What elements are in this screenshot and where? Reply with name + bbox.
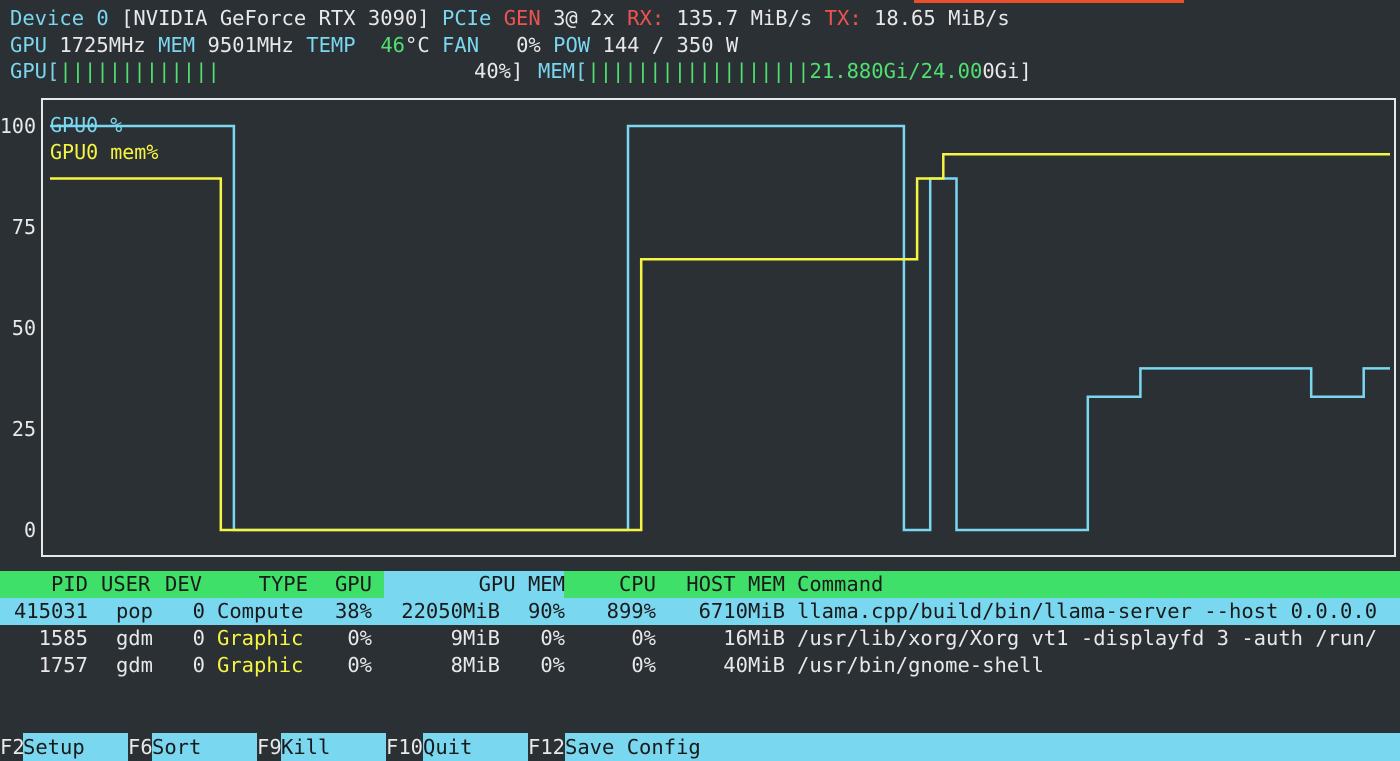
cell-host-mem: 16MiB <box>723 626 785 650</box>
cell-pid: 1757 <box>38 653 88 677</box>
gpu-util-series-line <box>50 124 1390 532</box>
clock-info-line: GPU 1725MHz MEM 9501MHz TEMP 46°C FAN 0%… <box>10 32 738 59</box>
sort-button[interactable]: Sort <box>152 733 255 761</box>
y-tick-label: 25 <box>12 417 36 441</box>
gpu-bar-value: 40%] <box>474 59 524 83</box>
mem-clock-label: MEM <box>158 33 196 57</box>
cell-dev: 0 <box>192 599 205 623</box>
pcie-label: PCIe <box>442 6 492 30</box>
cell-gpu-mem-mib: 9MiB <box>450 626 500 650</box>
col-dev[interactable]: DEV <box>165 571 202 598</box>
cell-gpu: 38% <box>334 599 372 623</box>
temp-unit: °C <box>405 33 430 57</box>
y-tick-label: 0 <box>24 518 36 542</box>
y-tick-label: 100 <box>0 114 36 138</box>
f6-key: F6 <box>128 733 153 761</box>
y-tick-label: 75 <box>12 215 36 239</box>
cell-user: gdm <box>115 653 153 677</box>
cell-pid: 415031 <box>13 599 88 623</box>
gpu-bar-fill: ||||||||||||| <box>59 59 220 83</box>
table-row[interactable]: 1757 gdm 0 Graphic 0% 8MiB 0% 0% 40MiB/usr/bin/g… <box>0 652 1400 679</box>
cell-type: Graphic <box>217 653 304 677</box>
quit-button[interactable]: Quit <box>423 733 526 761</box>
pow-value: 144 / 350 W <box>602 33 739 57</box>
mem-bar-label: MEM[ <box>538 59 588 83</box>
col-cpu[interactable]: CPU <box>580 571 656 598</box>
cell-command: /usr/bin/gnome-shell <box>797 653 1044 677</box>
col-pid[interactable]: PID <box>0 571 88 598</box>
rx-value: 135.7 MiB/s <box>676 6 813 30</box>
gpu-bar-label: GPU[ <box>10 59 60 83</box>
setup-button[interactable]: Setup <box>23 733 126 761</box>
cell-gpu-mem-mib: 22050MiB <box>401 599 500 623</box>
f2-key: F2 <box>0 733 25 761</box>
device-label: Device 0 <box>10 6 109 30</box>
mem-bar-value-used: 21.880Gi/24.00 <box>809 59 983 83</box>
mem-clock-value: 9501MHz <box>207 33 294 57</box>
top-accent-line <box>914 0 1184 3</box>
cell-dev: 0 <box>192 653 205 677</box>
table-row[interactable]: 415031 pop 0 Compute 38% 22050MiB 90% 899% 6710M… <box>0 598 1400 625</box>
cell-gpu-mem-pct: 0% <box>540 653 565 677</box>
col-host-mem[interactable]: HOST MEM <box>670 571 785 598</box>
cell-gpu-mem-pct: 90% <box>527 599 565 623</box>
cell-user: gdm <box>115 626 153 650</box>
table-row[interactable]: 1585 gdm 0 Graphic 0% 9MiB 0% 0% 16MiB/usr/lib/x… <box>0 625 1400 652</box>
cell-host-mem: 6710MiB <box>698 599 785 623</box>
mem-bar-fill: |||||||||||||||||| <box>587 59 810 83</box>
col-type[interactable]: TYPE <box>250 571 308 598</box>
cell-type: Graphic <box>217 626 304 650</box>
y-tick-label: 50 <box>12 316 36 340</box>
mem-usage-bar: MEM[||||||||||||||||||21.880Gi/24.000Gi] <box>538 58 1032 85</box>
tx-value: 18.65 MiB/s <box>874 6 1010 30</box>
tx-label: TX: <box>824 6 862 30</box>
cell-gpu: 0% <box>347 653 372 677</box>
cell-gpu-mem-mib: 8MiB <box>450 653 500 677</box>
cell-dev: 0 <box>192 626 205 650</box>
mem-bar-value-rest: 0Gi] <box>982 59 1032 83</box>
cell-gpu-mem-pct: 0% <box>540 626 565 650</box>
cell-cpu: 0% <box>631 653 656 677</box>
gen-label: GEN <box>503 6 541 30</box>
legend-entry: GPU0 mem% <box>50 140 158 164</box>
temp-value: 46 <box>380 33 405 57</box>
chart-frame <box>41 98 1396 557</box>
gpu-clock-value: 1725MHz <box>59 33 146 57</box>
device-name: [NVIDIA GeForce RTX 3090] <box>121 6 430 30</box>
kill-button[interactable]: Kill <box>281 733 384 761</box>
col-gpu[interactable]: GPU <box>320 571 372 598</box>
f10-key: F10 <box>386 733 424 761</box>
cell-pid: 1585 <box>38 626 88 650</box>
cell-user: pop <box>115 599 153 623</box>
gen-value: 3@ 2x <box>553 6 615 30</box>
cell-command: llama.cpp/build/bin/llama-server --host … <box>797 599 1378 623</box>
cell-gpu: 0% <box>347 626 372 650</box>
fan-label: FAN <box>442 33 480 57</box>
gpu-util-bar: GPU[||||||||||||| <box>10 58 220 85</box>
f9-key: F9 <box>257 733 282 761</box>
device-info-line: Device 0 [NVIDIA GeForce RTX 3090] PCIe … <box>10 5 1010 32</box>
cell-host-mem: 40MiB <box>723 653 785 677</box>
pow-label: POW <box>553 33 591 57</box>
rx-label: RX: <box>627 6 665 30</box>
temp-label: TEMP <box>306 33 356 57</box>
cell-command: /usr/lib/xorg/Xorg vt1 -displayfd 3 -aut… <box>797 626 1378 650</box>
col-gpu-mem[interactable]: GPU MEM <box>400 571 565 598</box>
legend-entry: GPU0 % <box>50 113 122 137</box>
gpu-usage-chart: 100 75 50 25 0 GPU0 % GPU0 mem% <box>0 98 1396 557</box>
fan-value: 0% <box>516 33 541 57</box>
gpu-clock-label: GPU <box>10 33 48 57</box>
gpu-mem-series-line <box>50 153 1390 532</box>
cell-cpu: 0% <box>631 626 656 650</box>
cell-cpu: 899% <box>606 599 656 623</box>
cell-type: Compute <box>217 599 304 623</box>
save-config-button[interactable]: Save Config <box>565 733 765 761</box>
col-user[interactable]: USER <box>101 571 150 598</box>
f12-key: F12 <box>528 733 566 761</box>
col-command[interactable]: Command <box>797 571 883 598</box>
